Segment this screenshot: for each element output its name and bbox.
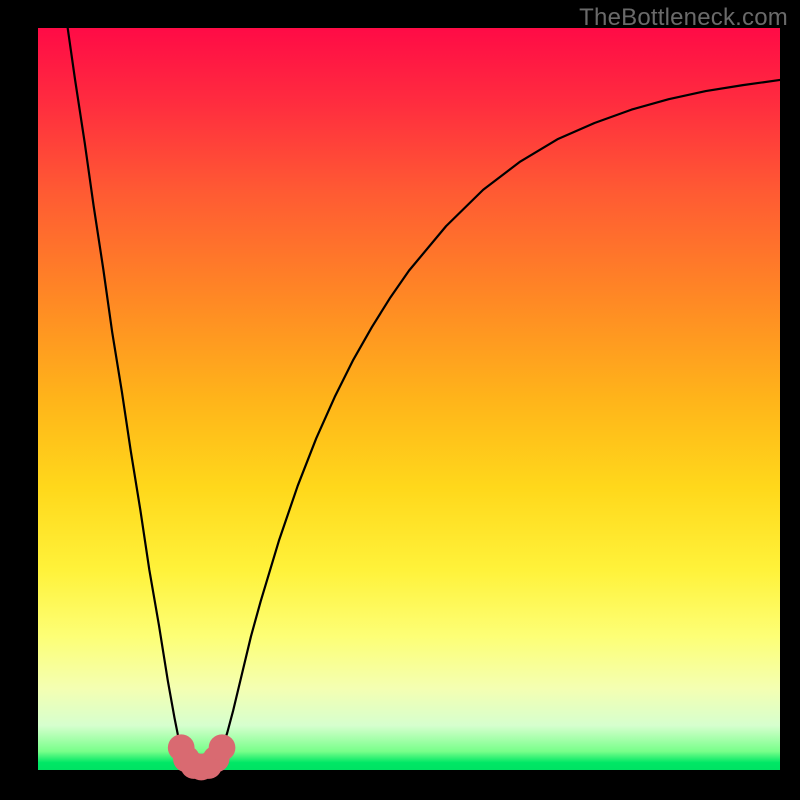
trough-marker xyxy=(209,734,236,761)
curve-line xyxy=(68,28,780,769)
chart-frame: TheBottleneck.com xyxy=(0,0,800,800)
watermark-text: TheBottleneck.com xyxy=(579,4,788,32)
chart-svg xyxy=(38,28,780,770)
plot-area xyxy=(38,28,780,770)
trough-markers xyxy=(168,734,236,780)
